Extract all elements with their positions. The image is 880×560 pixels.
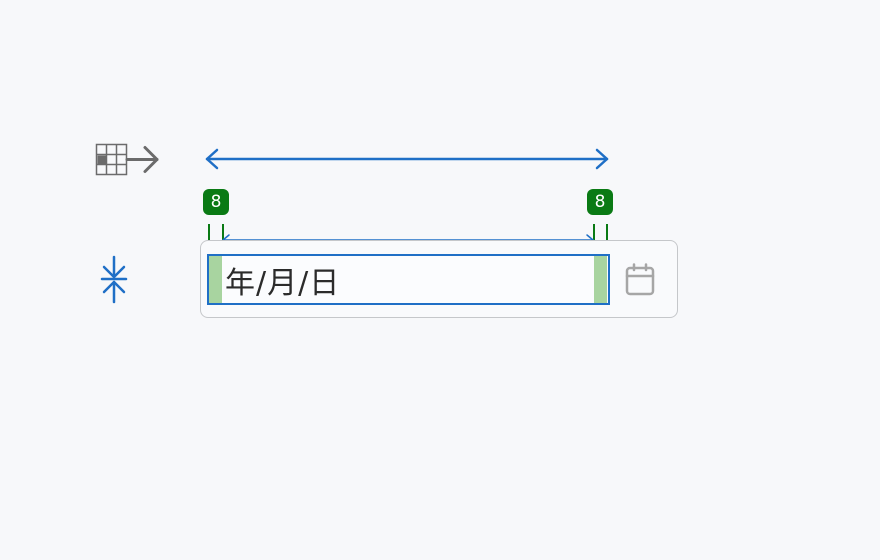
- date-placeholder-text: 年/月/日: [225, 265, 341, 301]
- right-padding-area: [594, 256, 607, 303]
- right-padding-badge: 8: [587, 189, 613, 215]
- left-padding-badge: 8: [203, 189, 229, 215]
- calendar-icon[interactable]: [624, 263, 656, 297]
- width-measure-arrow: [205, 148, 609, 170]
- table-arrow-right-icon: [95, 143, 159, 176]
- vertical-collapse-icon: [100, 255, 128, 304]
- left-padding-area: [209, 256, 222, 303]
